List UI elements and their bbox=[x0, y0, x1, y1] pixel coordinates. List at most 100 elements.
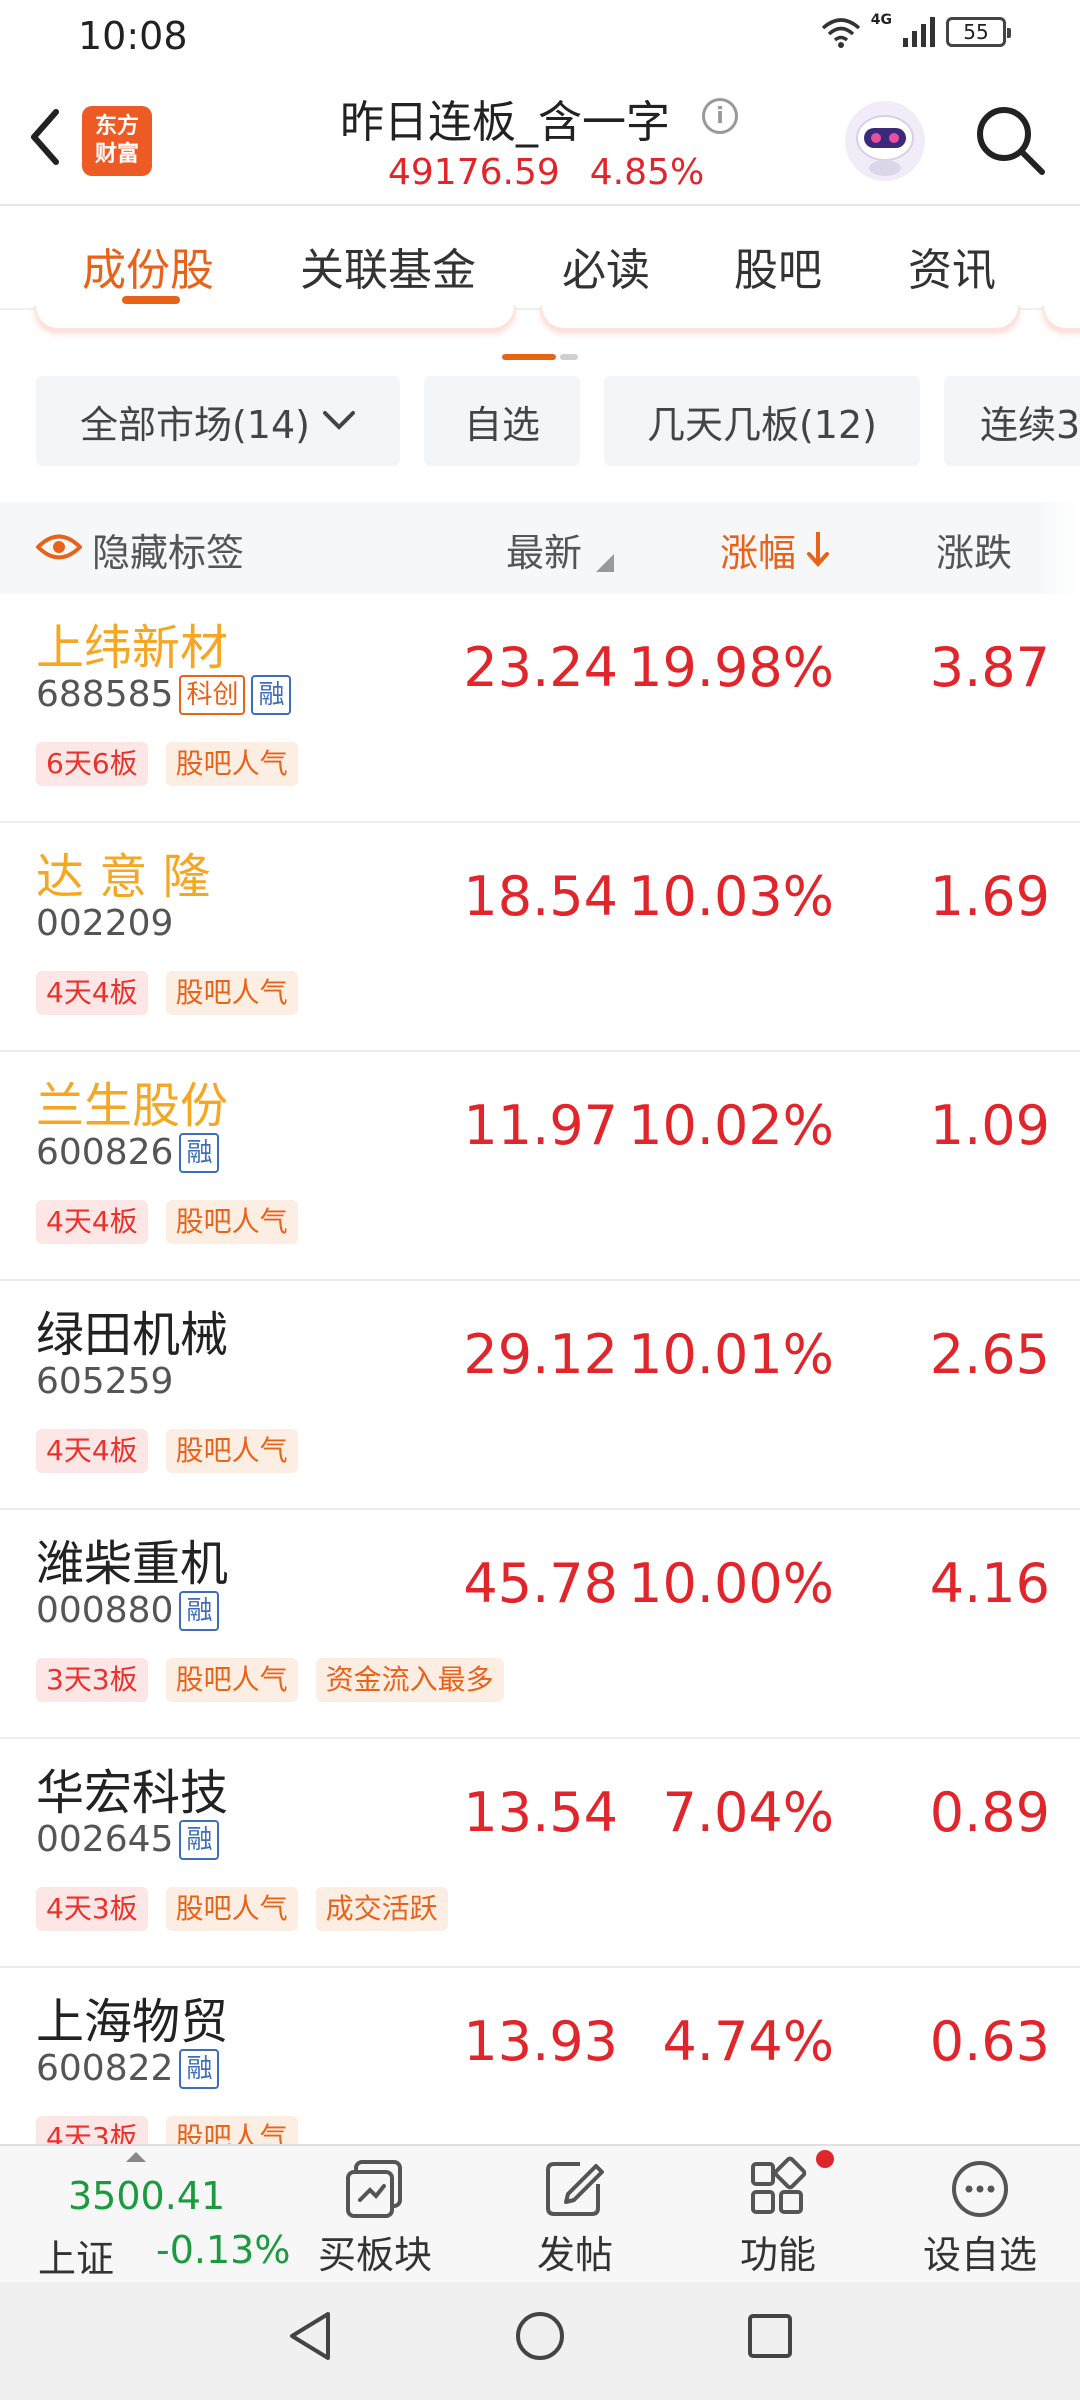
column-change-percent[interactable]: 涨幅 bbox=[720, 522, 796, 577]
market-filter-label: 全部市场(14) bbox=[79, 402, 310, 447]
stock-change: 2.65 bbox=[929, 1323, 1050, 1386]
sector-index-change: 4.85% bbox=[589, 152, 705, 193]
buy-sector-button[interactable]: 买板块 bbox=[290, 2156, 460, 2284]
stock-name: 兰生股份 bbox=[36, 1078, 229, 1134]
buy-sector-label: 买板块 bbox=[317, 2233, 432, 2277]
stock-price: 13.54 bbox=[463, 1781, 618, 1844]
pager-dot-active bbox=[502, 354, 556, 360]
stock-price: 13.93 bbox=[463, 2010, 618, 2073]
tab-news[interactable]: 资讯 bbox=[908, 234, 996, 298]
grid-icon bbox=[751, 2156, 807, 2214]
limit-up-streak-tag: 4天4板 bbox=[36, 1200, 148, 1244]
stock-tags: 3天3板 股吧人气 资金流入最多 bbox=[36, 1658, 504, 1702]
banner-card[interactable] bbox=[1042, 306, 1080, 330]
stock-tag: 股吧人气 bbox=[165, 1200, 298, 1244]
functions-button[interactable]: 功能 bbox=[693, 2156, 863, 2284]
limit-up-streak-tag: 3天3板 bbox=[36, 1658, 148, 1702]
sector-index-value: 49176.59 bbox=[388, 152, 560, 193]
table-header: 隐藏标签 最新 涨幅 涨跌 bbox=[0, 502, 1040, 594]
tab-related-funds[interactable]: 关联基金 bbox=[300, 234, 476, 298]
signal-icon bbox=[903, 17, 935, 47]
stock-row[interactable]: 绿田机械 605259 4天4板 股吧人气 29.12 10.01% 2.65 bbox=[0, 1281, 1080, 1510]
stock-row[interactable]: 达 意 隆 002209 4天4板 股吧人气 18.54 10.03% 1.69 bbox=[0, 823, 1080, 1052]
eye-icon[interactable] bbox=[36, 532, 82, 562]
stock-tags: 4天3板 股吧人气 成交活跃 bbox=[36, 1887, 448, 1931]
search-icon[interactable] bbox=[972, 102, 1048, 178]
market-index-name[interactable]: 上证 bbox=[38, 2228, 114, 2283]
stock-code: 000880 bbox=[36, 1590, 174, 1631]
limit-up-streak-tag: 4天4板 bbox=[36, 971, 148, 1015]
nav-recents-icon[interactable] bbox=[742, 2306, 798, 2366]
limit-up-streak-tag: 4天3板 bbox=[36, 1887, 148, 1931]
consecutive-filter[interactable]: 连续3 bbox=[944, 376, 1080, 466]
stock-code: 688585 bbox=[36, 674, 174, 715]
margin-trading-badge: 融 bbox=[179, 2048, 220, 2089]
info-icon[interactable]: i bbox=[702, 98, 738, 134]
functions-label: 功能 bbox=[739, 2233, 816, 2277]
buy-sector-icon bbox=[346, 2160, 402, 2218]
hide-tags-toggle[interactable]: 隐藏标签 bbox=[92, 522, 244, 577]
tab-forum[interactable]: 股吧 bbox=[734, 234, 822, 298]
page-title: 昨日连板_含一字 bbox=[340, 97, 670, 148]
banner-card[interactable] bbox=[540, 306, 1020, 330]
stock-change: 0.63 bbox=[929, 2010, 1050, 2073]
column-latest-price[interactable]: 最新 bbox=[506, 522, 582, 577]
stock-price: 29.12 bbox=[463, 1323, 618, 1386]
notification-dot bbox=[816, 2150, 834, 2168]
nav-back-icon[interactable] bbox=[282, 2306, 338, 2366]
stock-code: 600826 bbox=[36, 1132, 174, 1173]
stock-code-line: 600822 融 bbox=[36, 2048, 220, 2089]
stock-code: 605259 bbox=[36, 1361, 174, 1402]
days-boards-filter[interactable]: 几天几板(12) bbox=[604, 376, 920, 466]
stock-change-percent: 10.00% bbox=[628, 1552, 834, 1615]
battery-level: 55 bbox=[963, 20, 989, 44]
limit-up-streak-tag: 6天6板 bbox=[36, 742, 148, 786]
stock-tags: 6天6板 股吧人气 bbox=[36, 742, 298, 786]
stock-row[interactable]: 华宏科技 002645 融 4天3板 股吧人气 成交活跃 13.54 7.04% 0.89 bbox=[0, 1739, 1080, 1968]
nav-home-icon[interactable] bbox=[512, 2306, 568, 2366]
stock-change-percent: 19.98% bbox=[628, 636, 834, 699]
app-logo[interactable]: 东方 财富 bbox=[82, 106, 152, 176]
stock-row[interactable]: 上纬新材 688585 科创融 6天6板 股吧人气 23.24 19.98% 3.87 bbox=[0, 594, 1080, 823]
header-fade bbox=[1030, 502, 1080, 594]
stock-price: 45.78 bbox=[463, 1552, 618, 1615]
stock-change: 4.16 bbox=[929, 1552, 1050, 1615]
back-arrow-icon[interactable] bbox=[22, 102, 66, 172]
market-index-change[interactable]: -0.13% bbox=[156, 2228, 290, 2272]
banner-card[interactable] bbox=[34, 306, 516, 330]
stock-change: 1.69 bbox=[929, 865, 1050, 928]
stock-change-percent: 10.03% bbox=[628, 865, 834, 928]
margin-trading-badge: 融 bbox=[179, 1819, 220, 1860]
stock-price: 23.24 bbox=[463, 636, 618, 699]
stock-code-line: 688585 科创融 bbox=[36, 674, 292, 715]
stock-row[interactable]: 潍柴重机 000880 融 3天3板 股吧人气 资金流入最多 45.78 10.00% 4.16 bbox=[0, 1510, 1080, 1739]
battery-icon: 55 bbox=[946, 17, 1011, 47]
stock-tag: 股吧人气 bbox=[165, 1429, 298, 1473]
post-label: 发帖 bbox=[536, 2233, 613, 2277]
stock-tags: 4天4板 股吧人气 bbox=[36, 971, 298, 1015]
margin-trading-badge: 融 bbox=[179, 1590, 220, 1631]
network-type-label: 4G bbox=[870, 12, 892, 28]
tab-constituents[interactable]: 成份股 bbox=[82, 234, 214, 298]
add-watchlist-button[interactable]: 设自选 bbox=[895, 2156, 1065, 2284]
tab-must-read[interactable]: 必读 bbox=[562, 234, 650, 298]
market-index-value[interactable]: 3500.41 bbox=[68, 2174, 225, 2218]
column-change[interactable]: 涨跌 bbox=[936, 522, 1012, 577]
market-filter-dropdown[interactable]: 全部市场(14) bbox=[36, 376, 400, 466]
stock-code-line: 002209 bbox=[36, 903, 173, 944]
stock-change: 0.89 bbox=[929, 1781, 1050, 1844]
stock-tag: 股吧人气 bbox=[165, 1887, 298, 1931]
robot-assistant-icon[interactable] bbox=[840, 96, 930, 186]
stock-tag: 资金流入最多 bbox=[315, 1658, 504, 1702]
post-button[interactable]: 发帖 bbox=[490, 2156, 660, 2284]
stock-change: 1.09 bbox=[929, 1094, 1050, 1157]
sector-index: 49176.59 4.85% bbox=[388, 152, 734, 193]
expand-caret-icon[interactable] bbox=[126, 2152, 146, 2162]
stock-name: 达 意 隆 bbox=[36, 849, 211, 905]
watchlist-filter[interactable]: 自选 bbox=[424, 376, 580, 466]
stock-row[interactable]: 兰生股份 600826 融 4天4板 股吧人气 11.97 10.02% 1.09 bbox=[0, 1052, 1080, 1281]
system-nav-bar bbox=[0, 2282, 1080, 2400]
logo-text-line2: 财富 bbox=[94, 142, 139, 167]
stock-name: 绿田机械 bbox=[36, 1307, 229, 1363]
bottom-bar: 3500.41 上证 -0.13% 买板块 发帖 功能 设自选 bbox=[0, 2144, 1080, 2282]
